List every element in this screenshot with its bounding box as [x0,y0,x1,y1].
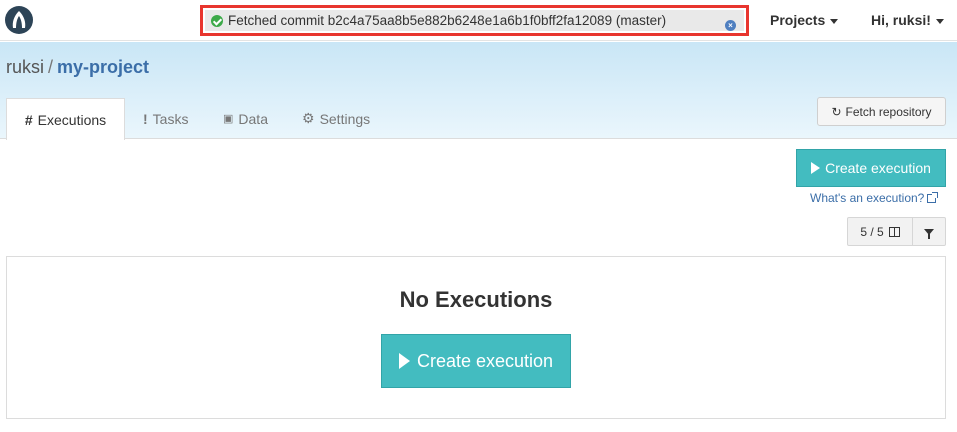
play-icon [811,162,821,174]
tab-label: Executions [37,111,107,128]
tab-tasks[interactable]: ! Tasks [143,98,188,139]
tab-settings[interactable]: ⚙ Settings [302,98,370,139]
toast-message: Fetched commit b2c4a75aa8b5e882b6248e1a6… [228,13,667,28]
create-execution-label: Create execution [416,350,554,371]
column-count: 5 / 5 [860,224,884,239]
chevron-down-icon [935,18,944,24]
gear-icon: ⚙ [302,110,315,126]
user-menu-label: Hi, ruksi! [871,12,931,28]
tab-label: Tasks [152,110,189,127]
chevron-down-icon [830,18,839,24]
valohai-logo-icon[interactable] [5,6,33,34]
floppy-disk-icon: ▣ [223,113,234,125]
column-toggle-button[interactable]: 5 / 5 [847,217,913,246]
top-navbar: Fetched commit b2c4a75aa8b5e882b6248e1a6… [0,0,957,41]
external-link-icon [927,192,939,204]
tab-label: Settings [319,110,371,127]
filter-button[interactable] [913,217,946,246]
exclamation-icon: ! [143,110,148,127]
user-menu[interactable]: Hi, ruksi! [871,12,944,28]
breadcrumb-separator: / [48,57,54,77]
empty-state-title: No Executions [399,287,553,312]
project-header: ruksi / my-project # Executions ! Tasks ▣ … [0,42,957,140]
play-icon [398,353,410,369]
create-execution-label: Create execution [825,160,931,176]
success-check-icon [211,14,223,27]
close-icon[interactable]: × [725,20,736,31]
notification-toast: Fetched commit b2c4a75aa8b5e882b6248e1a6… [200,5,749,36]
projects-menu-label: Projects [770,12,826,28]
create-execution-button[interactable]: Create execution [796,149,946,187]
breadcrumb: ruksi / my-project [6,57,149,78]
tab-data[interactable]: ▣ Data [223,98,268,139]
tab-label: Data [238,110,268,127]
fetch-repository-label: Fetch repository [845,104,932,119]
breadcrumb-owner[interactable]: ruksi [6,57,44,77]
columns-icon [888,226,900,237]
fetch-repository-button[interactable]: ↻ Fetch repository [817,97,946,126]
refresh-icon: ↻ [831,104,842,119]
filter-icon [924,228,934,239]
whats-an-execution-link[interactable]: What's an execution? [810,191,939,205]
create-execution-button-large[interactable]: Create execution [381,334,571,388]
executions-panel: No Executions Create execution [6,256,946,419]
tab-executions[interactable]: # Executions [6,98,125,140]
help-link-label: What's an execution? [810,191,925,205]
projects-menu[interactable]: Projects [770,12,839,28]
breadcrumb-project[interactable]: my-project [57,57,149,77]
hash-icon: # [24,111,33,128]
